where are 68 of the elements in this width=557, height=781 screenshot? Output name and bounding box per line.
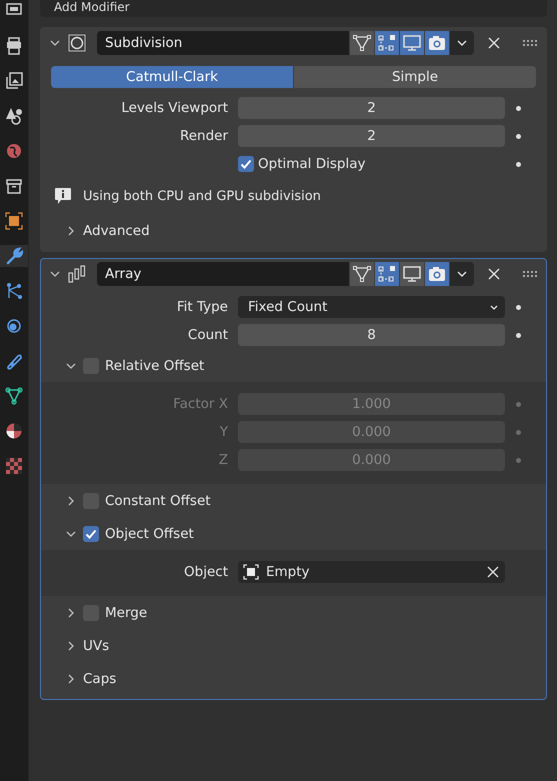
subpanel-title[interactable]: Advanced: [83, 222, 150, 238]
keyframe-dot-icon[interactable]: [516, 430, 521, 434]
subpanel-title[interactable]: Constant Offset: [105, 492, 211, 508]
subpanel-title[interactable]: Caps: [83, 670, 116, 686]
keyframe-dot-icon[interactable]: [516, 162, 521, 166]
info-icon: [53, 186, 73, 206]
dropdown-arrow-button[interactable]: [450, 31, 474, 55]
array-icon: [67, 264, 87, 284]
constraints-tab-icon: [5, 352, 23, 370]
cage-toggle[interactable]: [350, 262, 374, 286]
field-label: Fit Type: [176, 299, 229, 315]
segment-button[interactable]: Catmull-Clark: [51, 66, 293, 88]
drag-handle-icon[interactable]: [522, 39, 538, 47]
edit-mode-toggle[interactable]: [375, 262, 399, 286]
number-field[interactable]: 2: [238, 125, 505, 147]
edit-mode-toggle[interactable]: [375, 31, 399, 55]
dropdown[interactable]: Fixed Count: [238, 296, 505, 318]
subpanel-title[interactable]: Merge: [105, 604, 148, 620]
modifier-tab-icon: [5, 247, 23, 265]
number-field[interactable]: 8: [238, 324, 505, 346]
field-label: Render: [178, 128, 229, 144]
keyframe-dot-icon[interactable]: [516, 332, 521, 338]
field-label: Levels Viewport: [120, 100, 229, 116]
drag-handle-icon[interactable]: [522, 270, 538, 278]
data-tab-icon: [5, 387, 23, 405]
field-label: Object: [183, 564, 229, 580]
field-label: Y: [218, 424, 229, 440]
keyframe-dot-icon[interactable]: [516, 106, 521, 110]
close-icon[interactable]: [488, 37, 500, 49]
particles-tab-icon: [5, 282, 23, 300]
info-text: Using both CPU and GPU subdivision: [83, 188, 321, 204]
checkbox[interactable]: [83, 526, 99, 542]
clear-icon[interactable]: [487, 566, 499, 578]
add-modifier-dropdown[interactable]: Add Modifier: [40, 0, 547, 17]
field-label: Count: [186, 327, 229, 343]
viewport-toggle[interactable]: [400, 31, 424, 55]
number-field[interactable]: 2: [238, 97, 505, 119]
render-toggle[interactable]: [425, 262, 449, 286]
close-icon[interactable]: [488, 268, 500, 280]
collection-tab-icon: [5, 177, 23, 195]
scene-tab-icon: [5, 107, 23, 125]
subpanel-title[interactable]: UVs: [83, 638, 110, 654]
keyframe-dot-icon[interactable]: [516, 304, 521, 310]
keyframe-dot-icon[interactable]: [516, 402, 521, 406]
field-label: Z: [218, 452, 229, 468]
output-tab-icon: [5, 37, 23, 55]
material-tab-icon: [5, 422, 23, 440]
subdivision-icon: [67, 33, 87, 53]
world-tab-icon: [5, 142, 23, 160]
segment-button[interactable]: Simple: [294, 66, 536, 88]
field-label: Factor X: [172, 396, 229, 412]
subpanel-title[interactable]: Object Offset: [105, 526, 194, 542]
modifier-name-field[interactable]: Array: [97, 262, 349, 286]
view-layer-tab-icon: [5, 72, 23, 90]
modifier-name-field[interactable]: Subdivision: [97, 31, 349, 55]
render-toggle[interactable]: [425, 31, 449, 55]
texture-tab-icon: [5, 457, 23, 475]
checkbox-label[interactable]: Optimal Display: [258, 156, 366, 172]
viewport-toggle[interactable]: [400, 262, 424, 286]
keyframe-dot-icon[interactable]: [516, 134, 521, 138]
subpanel-title[interactable]: Relative Offset: [105, 358, 204, 374]
cage-toggle[interactable]: [350, 31, 374, 55]
object-tab-icon: [5, 212, 23, 230]
checkbox[interactable]: [238, 156, 254, 172]
physics-tab-icon: [5, 317, 23, 335]
dropdown-arrow-button[interactable]: [450, 262, 474, 286]
object-field[interactable]: Empty: [238, 561, 505, 583]
keyframe-dot-icon[interactable]: [516, 458, 521, 462]
